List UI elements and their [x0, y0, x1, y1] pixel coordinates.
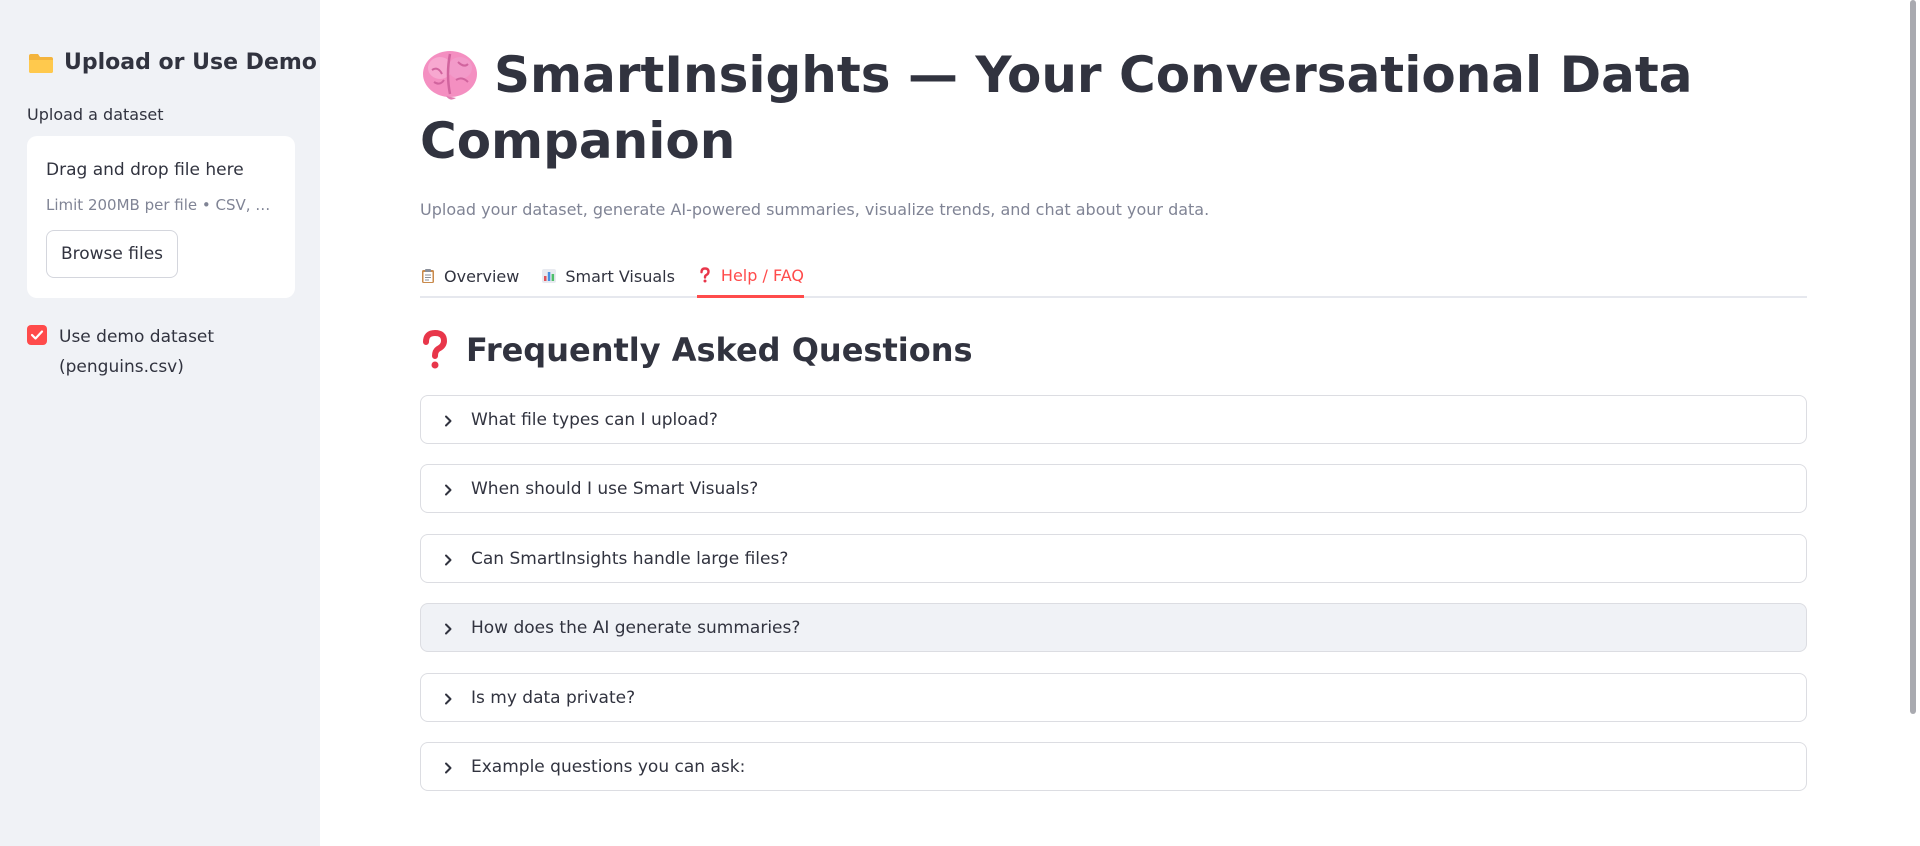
sidebar: Upload or Use Demo Upload a dataset Drag…: [0, 0, 320, 846]
faq-expander[interactable]: Example questions you can ask:: [420, 742, 1807, 791]
chevron-right-icon: [441, 413, 455, 427]
scrollbar[interactable]: [1910, 0, 1916, 714]
folder-icon: [28, 52, 54, 74]
question-mark-icon: [420, 329, 450, 370]
checkmark-icon: [30, 330, 44, 340]
faq-expander-label: What file types can I upload?: [471, 409, 718, 430]
tab-smart-visuals-label: Smart Visuals: [565, 266, 675, 286]
faq-heading-text: Frequently Asked Questions: [466, 331, 973, 369]
faq-expander-label: Is my data private?: [471, 687, 636, 708]
faq-expander-label: How does the AI generate summaries?: [471, 617, 801, 638]
faq-heading: Frequently Asked Questions: [420, 329, 973, 370]
chevron-right-icon: [441, 691, 455, 705]
main-content: SmartInsights — Your Conversational Data…: [320, 0, 1920, 846]
chevron-right-icon: [441, 552, 455, 566]
faq-expander[interactable]: Can SmartInsights handle large files?: [420, 534, 1807, 583]
chevron-right-icon: [441, 760, 455, 774]
faq-expander[interactable]: When should I use Smart Visuals?: [420, 464, 1807, 513]
faq-expander-label: Can SmartInsights handle large files?: [471, 548, 789, 569]
page-title: SmartInsights — Your Conversational Data…: [420, 42, 1800, 174]
faq-expander-label: When should I use Smart Visuals?: [471, 478, 759, 499]
chevron-right-icon: [441, 482, 455, 496]
app-root: Upload or Use Demo Upload a dataset Drag…: [0, 0, 1920, 846]
faq-expander[interactable]: Is my data private?: [420, 673, 1807, 722]
tab-bar: Overview Smart Visuals Help / FAQ: [420, 256, 1807, 298]
upload-label: Upload a dataset: [27, 105, 164, 124]
tab-help-faq[interactable]: Help / FAQ: [696, 256, 804, 298]
question-icon: [697, 267, 713, 283]
brain-icon: [420, 46, 480, 102]
demo-dataset-checkbox[interactable]: [27, 325, 47, 345]
bar-chart-icon: [541, 268, 557, 284]
file-dropzone[interactable]: Drag and drop file here Limit 200MB per …: [27, 136, 295, 298]
demo-dataset-checkbox-row[interactable]: Use demo dataset (penguins.csv): [27, 322, 229, 382]
browse-files-button[interactable]: Browse files: [46, 230, 178, 278]
page-subtitle: Upload your dataset, generate AI-powered…: [420, 200, 1210, 219]
faq-expander-label: Example questions you can ask:: [471, 756, 746, 777]
tab-help-faq-label: Help / FAQ: [720, 265, 804, 285]
dropzone-limit: Limit 200MB per file • CSV, X...: [46, 196, 274, 214]
tab-overview-label: Overview: [444, 266, 520, 286]
demo-dataset-label: Use demo dataset (penguins.csv): [59, 327, 215, 377]
page-title-text: SmartInsights — Your Conversational Data…: [420, 46, 1693, 170]
faq-expander[interactable]: How does the AI generate summaries?: [420, 603, 1807, 652]
tab-smart-visuals[interactable]: Smart Visuals: [541, 256, 675, 296]
clipboard-icon: [420, 268, 436, 284]
chevron-right-icon: [441, 621, 455, 635]
dropzone-title: Drag and drop file here: [46, 160, 244, 180]
tab-overview[interactable]: Overview: [420, 256, 519, 296]
sidebar-title: Upload or Use Demo: [28, 50, 317, 75]
sidebar-title-text: Upload or Use Demo: [64, 50, 317, 75]
faq-expander[interactable]: What file types can I upload?: [420, 395, 1807, 444]
